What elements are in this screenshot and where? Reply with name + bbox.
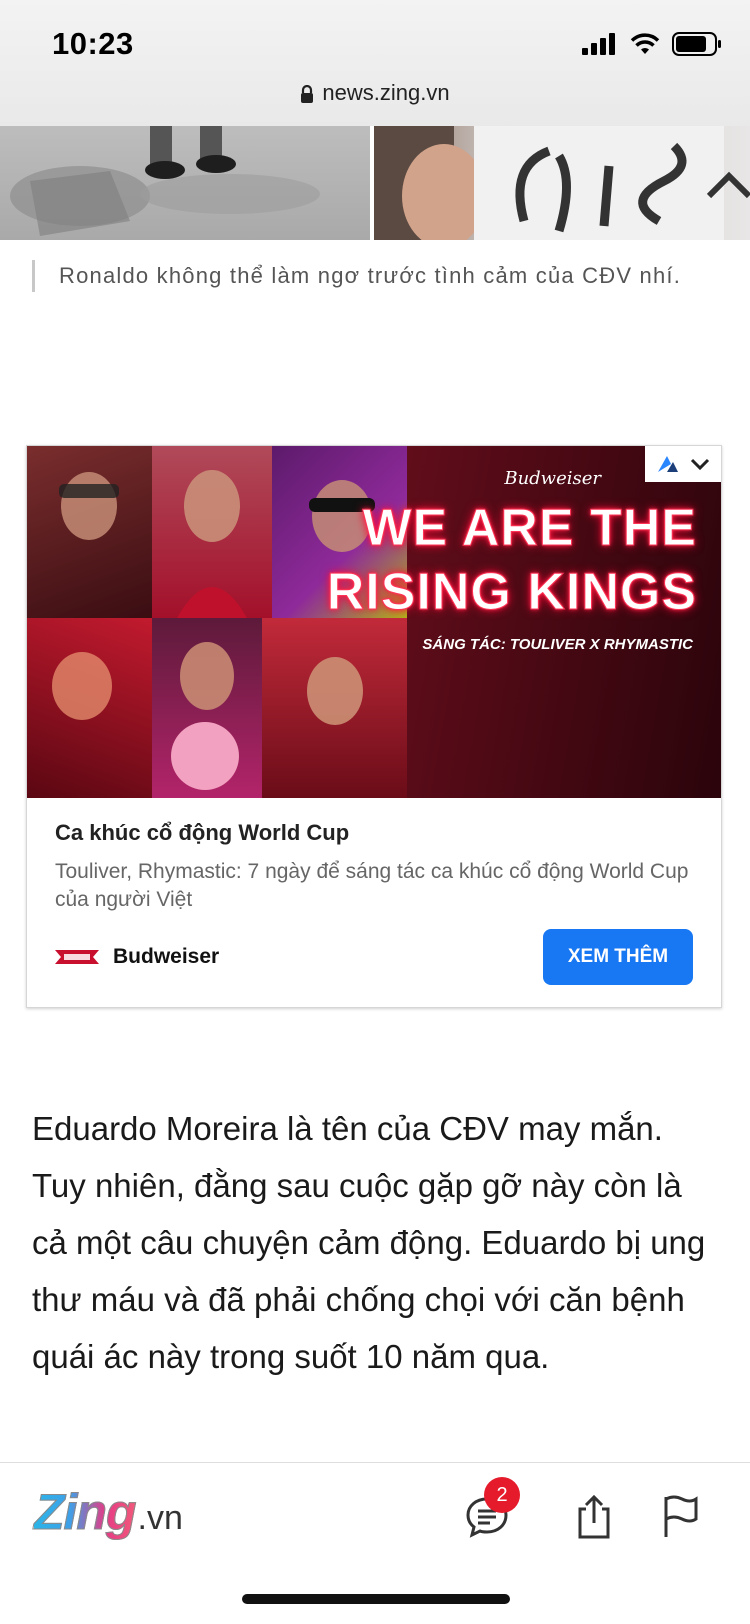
comment-count-badge: 2 xyxy=(484,1477,520,1513)
ad-footer: Budweiser XEM THÊM xyxy=(55,929,693,985)
logo-main: Zing xyxy=(34,1484,138,1541)
wifi-icon xyxy=(630,33,660,54)
ad-advertiser-name: Budweiser xyxy=(113,945,220,968)
share-button[interactable] xyxy=(574,1493,614,1544)
url-text: news.zing.vn xyxy=(322,80,450,105)
article-photo-right xyxy=(374,126,750,240)
comments-button[interactable]: 2 xyxy=(464,1477,520,1544)
battery-icon xyxy=(672,32,721,56)
ad-image-title-line2: RISING KINGS xyxy=(326,563,697,622)
article-paragraph: Eduardo Moreira là tên của CĐV may mắn. … xyxy=(32,1110,706,1375)
url-bar[interactable]: news.zing.vn xyxy=(0,80,750,106)
ad-headline[interactable]: Ca khúc cổ động World Cup xyxy=(55,820,693,846)
chevron-down-icon xyxy=(690,458,710,471)
status-icons xyxy=(582,32,722,56)
ad-image-title-line1: WE ARE THE xyxy=(362,499,697,558)
ad-cta-button[interactable]: XEM THÊM xyxy=(543,929,693,985)
photo-caption: Ronaldo không thể làm ngơ trước tình cảm… xyxy=(32,260,722,292)
budweiser-logo-icon xyxy=(55,950,99,964)
flag-icon xyxy=(664,1495,698,1537)
ad-description: Touliver, Rhymastic: 7 ngày để sáng tác … xyxy=(55,860,689,911)
article-photo-left xyxy=(0,126,370,240)
share-icon xyxy=(578,1494,610,1539)
ad-image[interactable]: Budweiser WE ARE THE RISING KINGS SÁNG T… xyxy=(27,446,721,798)
browser-top-bar: 10:23 news.zing.vn xyxy=(0,0,750,126)
logo-suffix: .vn xyxy=(137,1499,183,1537)
sponsored-ad-card[interactable]: Budweiser WE ARE THE RISING KINGS SÁNG T… xyxy=(26,445,722,1008)
zing-logo[interactable]: Zing .vn xyxy=(34,1483,183,1541)
ad-image-collage xyxy=(27,446,407,798)
ad-image-brand: Budweiser xyxy=(504,468,601,489)
status-time: 10:23 xyxy=(52,26,134,61)
lock-icon xyxy=(301,84,314,103)
ad-image-credit: SÁNG TÁC: TOULIVER X RHYMASTIC xyxy=(422,636,693,653)
ad-choices-button[interactable] xyxy=(645,446,721,482)
article-photos xyxy=(0,126,750,240)
ad-choices-icon xyxy=(658,456,678,472)
ad-body: Ca khúc cổ động World Cup Touliver, Rhym… xyxy=(27,798,721,914)
home-indicator[interactable] xyxy=(242,1594,510,1604)
signal-icon xyxy=(582,33,615,55)
report-button[interactable] xyxy=(660,1493,700,1544)
